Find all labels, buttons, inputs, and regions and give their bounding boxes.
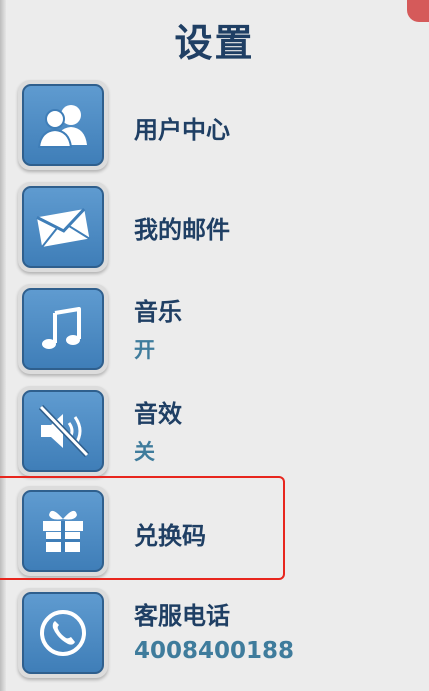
my-mail-button[interactable] (18, 182, 108, 272)
speaker-muted-icon (38, 404, 90, 458)
my-mail-label: 我的邮件 (134, 216, 230, 244)
phone-icon (40, 610, 86, 656)
page-title: 设置 (174, 21, 255, 65)
user-center-label: 用户中心 (134, 116, 230, 144)
redeem-code-highlight-box (0, 476, 285, 580)
settings-item-sound-effects[interactable]: 音效 关 (18, 386, 418, 476)
music-note-icon (42, 307, 81, 349)
sound-effects-toggle-button[interactable] (18, 386, 108, 476)
music-status: 开 (134, 338, 155, 362)
settings-item-user-center[interactable]: 用户中心 (18, 80, 418, 170)
support-phone-button[interactable] (18, 588, 108, 678)
support-phone-label: 客服电话 (134, 602, 230, 630)
settings-item-music[interactable]: 音乐 开 (18, 284, 418, 374)
settings-item-my-mail[interactable]: 我的邮件 (18, 182, 418, 272)
user-center-button[interactable] (18, 80, 108, 170)
music-toggle-button[interactable] (18, 284, 108, 374)
settings-item-support-phone[interactable]: 客服电话 4008400188 (18, 588, 418, 678)
envelope-icon (36, 208, 90, 248)
user-group-icon (37, 105, 87, 148)
support-phone-number[interactable]: 4008400188 (134, 638, 294, 664)
music-label: 音乐 (134, 298, 182, 326)
sound-effects-status: 关 (134, 440, 155, 464)
sound-effects-label: 音效 (134, 400, 182, 428)
left-edge-divider (0, 0, 6, 691)
